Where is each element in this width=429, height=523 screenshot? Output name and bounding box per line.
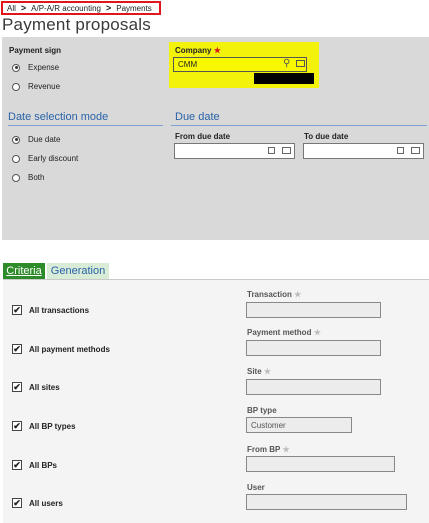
transaction-label: Transaction ★ (247, 290, 302, 299)
radio-expense[interactable]: Expense (12, 63, 59, 72)
calendar-icon[interactable] (397, 147, 404, 154)
radio-button[interactable] (12, 82, 20, 91)
star-icon: ★ (313, 328, 321, 337)
payment-method-input[interactable] (246, 340, 381, 356)
required-star-icon: ★ (213, 46, 221, 55)
from-due-date-label: From due date (175, 132, 231, 141)
radio-button[interactable] (12, 135, 20, 144)
star-icon: ★ (294, 290, 302, 299)
section-divider (171, 125, 427, 126)
to-due-date-label: To due date (304, 132, 349, 141)
to-due-date-input[interactable] (303, 143, 424, 159)
bp-type-label: BP type (247, 406, 277, 415)
all-payment-methods-checkbox[interactable]: ✔ All payment methods (12, 344, 110, 354)
star-icon: ★ (282, 445, 290, 454)
checkbox-label: All payment methods (29, 344, 110, 354)
radio-both[interactable]: Both (12, 173, 44, 182)
from-bp-input[interactable] (246, 456, 395, 472)
selection-list-icon[interactable] (296, 60, 305, 67)
selection-list-icon[interactable] (282, 147, 291, 154)
from-due-date-input[interactable] (174, 143, 295, 159)
user-label: User (247, 483, 265, 492)
calendar-icon[interactable] (268, 147, 275, 154)
checkbox-label: All users (29, 498, 63, 508)
radio-early-discount[interactable]: Early discount (12, 154, 78, 163)
date-selection-mode-title: Date selection mode (8, 111, 109, 123)
radio-label: Revenue (28, 82, 61, 91)
site-input[interactable] (246, 379, 381, 395)
radio-label: Both (28, 173, 45, 182)
radio-button[interactable] (12, 154, 20, 163)
payment-sign-label: Payment sign (9, 46, 62, 55)
search-icon[interactable]: ⚲ (283, 59, 290, 69)
breadcrumb: All > A/P-A/R accounting > Payments (1, 1, 161, 15)
breadcrumb-item-all[interactable]: All (7, 4, 16, 13)
checkbox-label: All sites (29, 382, 60, 392)
checkbox[interactable]: ✔ (12, 421, 22, 431)
all-sites-checkbox[interactable]: ✔ All sites (12, 382, 60, 392)
breadcrumb-item-payments[interactable]: Payments (116, 4, 152, 13)
checkbox-label: All BP types (29, 421, 76, 431)
due-date-title: Due date (175, 111, 220, 123)
tab-generation[interactable]: Generation (47, 263, 109, 279)
radio-button[interactable] (12, 173, 20, 182)
checkbox[interactable]: ✔ (12, 305, 22, 315)
site-label: Site ★ (247, 367, 272, 376)
company-label: Company ★ (175, 46, 221, 55)
section-divider (8, 125, 163, 126)
star-icon: ★ (263, 367, 272, 376)
redaction-bar (254, 73, 314, 84)
all-bps-checkbox[interactable]: ✔ All BPs (12, 460, 57, 470)
breadcrumb-separator: > (105, 3, 112, 13)
radio-label: Expense (28, 63, 60, 72)
radio-revenue[interactable]: Revenue (12, 82, 60, 91)
company-value: CMM (178, 60, 198, 69)
radio-button[interactable] (12, 63, 20, 72)
radio-label: Due date (28, 135, 61, 144)
all-transactions-checkbox[interactable]: ✔ All transactions (12, 305, 89, 315)
radio-label: Early discount (28, 154, 79, 163)
checkbox[interactable]: ✔ (12, 344, 22, 354)
bp-type-input[interactable]: Customer (246, 417, 352, 433)
tab-criteria[interactable]: Criteria (3, 263, 45, 279)
checkbox[interactable]: ✔ (12, 498, 22, 508)
all-bp-types-checkbox[interactable]: ✔ All BP types (12, 421, 76, 431)
breadcrumb-separator: > (20, 3, 27, 13)
breadcrumb-item-ap-ar-accounting[interactable]: A/P-A/R accounting (31, 4, 101, 13)
all-users-checkbox[interactable]: ✔ All users (12, 498, 63, 508)
from-bp-label: From BP ★ (247, 445, 290, 454)
checkbox[interactable]: ✔ (12, 460, 22, 470)
checkbox[interactable]: ✔ (12, 382, 22, 392)
payment-method-label: Payment method ★ (247, 328, 321, 337)
user-input[interactable] (246, 494, 407, 510)
radio-due-date[interactable]: Due date (12, 135, 60, 144)
selection-list-icon[interactable] (411, 147, 420, 154)
checkbox-label: All transactions (29, 305, 90, 315)
transaction-input[interactable] (246, 302, 381, 318)
bp-type-value: Customer (251, 420, 286, 430)
checkbox-label: All BPs (29, 460, 58, 470)
page-title: Payment proposals (2, 15, 151, 34)
